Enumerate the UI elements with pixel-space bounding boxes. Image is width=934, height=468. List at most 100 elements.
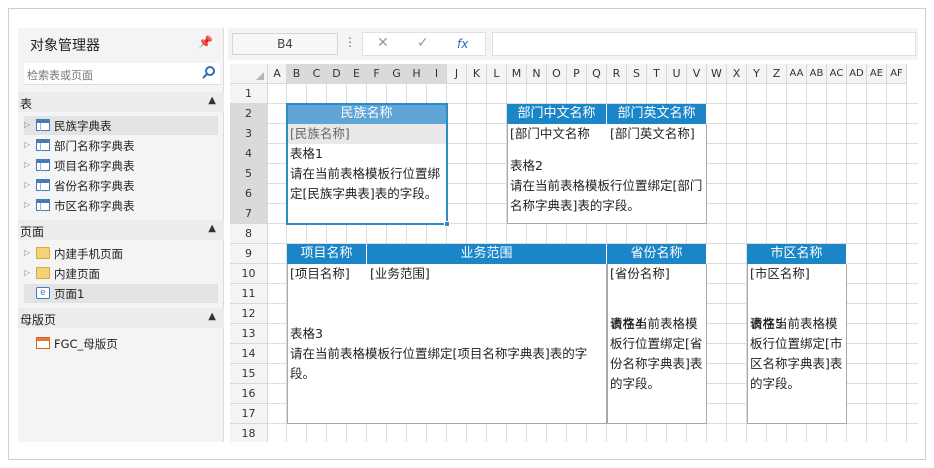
table-2-note-body[interactable]: 请在当前表格模板行位置绑定[部门名称字典表]表的字段。 xyxy=(510,176,706,216)
expand-arrow-icon[interactable]: ▷ xyxy=(24,248,30,257)
chevron-up-icon[interactable]: ▲ xyxy=(208,95,216,106)
row-header-7[interactable]: 7 xyxy=(230,204,268,224)
cancel-icon[interactable]: ✕ xyxy=(377,35,389,51)
row-header-14[interactable]: 14 xyxy=(230,344,268,364)
search-box[interactable]: 检索表或页面 xyxy=(24,63,220,85)
chevron-up-icon[interactable]: ▲ xyxy=(208,223,216,234)
tree-item-folder[interactable]: ▷ 内建页面 xyxy=(24,264,218,283)
row-header-1[interactable]: 1 xyxy=(230,84,268,104)
row-header-17[interactable]: 17 xyxy=(230,404,268,424)
more-icon[interactable]: ⋮ xyxy=(344,35,356,49)
section-pages[interactable]: 页面 ▲ xyxy=(18,220,224,240)
table-3-field-cell[interactable]: [项目名称] xyxy=(290,264,366,284)
row-header-4[interactable]: 4 xyxy=(230,144,268,164)
section-tables[interactable]: 表 ▲ xyxy=(18,92,224,112)
table-2-field-cell[interactable]: [部门中文名称 xyxy=(510,124,606,144)
search-input[interactable]: 检索表或页面 xyxy=(27,67,93,83)
row-header-16[interactable]: 16 xyxy=(230,384,268,404)
column-header-d[interactable]: D xyxy=(327,64,347,84)
row-header-10[interactable]: 10 xyxy=(230,264,268,284)
column-header-ac[interactable]: AC xyxy=(827,64,847,84)
column-header-g[interactable]: G xyxy=(387,64,407,84)
column-header-w[interactable]: W xyxy=(707,64,727,84)
column-header-i[interactable]: I xyxy=(427,64,447,84)
table-5-note-body[interactable]: 请在当前表格模板行位置绑定[市区名称字典表]表的字段。 xyxy=(750,314,846,394)
chevron-up-icon[interactable]: ▲ xyxy=(208,311,216,322)
column-header-ad[interactable]: AD xyxy=(847,64,867,84)
spreadsheet-grid[interactable]: A B C D E F G H I J K L M N O P Q R S T U V W X Y Z AA AB AC AD AE AF 1 2… xyxy=(230,64,918,442)
column-header-y[interactable]: Y xyxy=(747,64,767,84)
tree-item-table[interactable]: ▷ 项目名称字典表 xyxy=(24,156,218,175)
row-header-5[interactable]: 5 xyxy=(230,164,268,184)
column-header-k[interactable]: K xyxy=(467,64,487,84)
tree-item-table[interactable]: ▷ 部门名称字典表 xyxy=(24,136,218,155)
table-2-header-cell[interactable]: 部门中文名称 xyxy=(507,104,607,124)
table-4-header-cell[interactable]: 省份名称 xyxy=(607,244,707,264)
table-3-note-body[interactable]: 请在当前表格模板行位置绑定[项目名称字典表]表的字段。 xyxy=(290,344,606,384)
column-header-l[interactable]: L xyxy=(487,64,507,84)
column-header-z[interactable]: Z xyxy=(767,64,787,84)
column-header-e[interactable]: E xyxy=(347,64,367,84)
table-3-field-cell[interactable]: [业务范围] xyxy=(370,264,606,284)
expand-arrow-icon[interactable]: ▷ xyxy=(24,120,30,129)
section-master-pages[interactable]: 母版页 ▲ xyxy=(18,308,224,328)
column-header-v[interactable]: V xyxy=(687,64,707,84)
name-box[interactable]: B4 xyxy=(232,33,338,55)
tree-item-master-page[interactable]: FGC_母版页 xyxy=(24,334,218,353)
column-header-j[interactable]: J xyxy=(447,64,467,84)
tree-item-page[interactable]: e 页面1 xyxy=(24,284,218,303)
expand-arrow-icon[interactable]: ▷ xyxy=(24,140,30,149)
column-header-u[interactable]: U xyxy=(667,64,687,84)
tree-item-folder[interactable]: ▷ 内建手机页面 xyxy=(24,244,218,263)
table-3-header-cell[interactable]: 项目名称 xyxy=(287,244,367,264)
expand-arrow-icon[interactable]: ▷ xyxy=(24,268,30,277)
tree-item-table[interactable]: ▷ 省份名称字典表 xyxy=(24,176,218,195)
expand-arrow-icon[interactable]: ▷ xyxy=(24,160,30,169)
table-5-field-cell[interactable]: [市区名称] xyxy=(750,264,846,284)
row-header-6[interactable]: 6 xyxy=(230,184,268,204)
row-header-11[interactable]: 11 xyxy=(230,284,268,304)
formula-input[interactable] xyxy=(492,32,916,56)
column-header-q[interactable]: Q xyxy=(587,64,607,84)
table-5-header-cell[interactable]: 市区名称 xyxy=(747,244,847,264)
pin-icon[interactable]: 📌 xyxy=(198,35,213,49)
table-4-note-body[interactable]: 请在当前表格模板行位置绑定[省份名称字典表]表的字段。 xyxy=(610,314,706,394)
column-header-p[interactable]: P xyxy=(567,64,587,84)
row-header-3[interactable]: 3 xyxy=(230,124,268,144)
table-4-field-cell[interactable]: [省份名称] xyxy=(610,264,706,284)
function-icon[interactable]: fx xyxy=(457,37,468,51)
tree-item-table[interactable]: ▷ 民族字典表 xyxy=(24,116,218,135)
row-header-18[interactable]: 18 xyxy=(230,424,268,442)
table-2-field-cell[interactable]: [部门英文名称] xyxy=(610,124,706,144)
column-header-aa[interactable]: AA xyxy=(787,64,807,84)
column-header-h[interactable]: H xyxy=(407,64,427,84)
row-header-15[interactable]: 15 xyxy=(230,364,268,384)
expand-arrow-icon[interactable]: ▷ xyxy=(24,200,30,209)
table-3-header-cell[interactable]: 业务范围 xyxy=(367,244,607,264)
column-header-t[interactable]: T xyxy=(647,64,667,84)
column-header-af[interactable]: AF xyxy=(887,64,907,84)
row-header-8[interactable]: 8 xyxy=(230,224,268,244)
row-header-12[interactable]: 12 xyxy=(230,304,268,324)
column-header-o[interactable]: O xyxy=(547,64,567,84)
column-header-a[interactable]: A xyxy=(268,64,287,84)
search-icon[interactable] xyxy=(202,65,216,79)
column-header-x[interactable]: X xyxy=(727,64,747,84)
confirm-icon[interactable]: ✓ xyxy=(417,35,429,51)
column-header-ab[interactable]: AB xyxy=(807,64,827,84)
column-header-m[interactable]: M xyxy=(507,64,527,84)
row-header-2[interactable]: 2 xyxy=(230,104,268,124)
row-header-13[interactable]: 13 xyxy=(230,324,268,344)
tree-item-table[interactable]: ▷ 市区名称字典表 xyxy=(24,196,218,215)
column-header-n[interactable]: N xyxy=(527,64,547,84)
table-3-note-title[interactable]: 表格3 xyxy=(290,324,606,344)
resize-handle[interactable] xyxy=(444,221,450,227)
column-header-f[interactable]: F xyxy=(367,64,387,84)
expand-arrow-icon[interactable]: ▷ xyxy=(24,180,30,189)
table-2-note-title[interactable]: 表格2 xyxy=(510,156,706,176)
column-header-b[interactable]: B xyxy=(287,64,307,84)
select-all-corner[interactable] xyxy=(230,64,268,84)
column-header-ae[interactable]: AE xyxy=(867,64,887,84)
column-header-r[interactable]: R xyxy=(607,64,627,84)
row-header-9[interactable]: 9 xyxy=(230,244,268,264)
